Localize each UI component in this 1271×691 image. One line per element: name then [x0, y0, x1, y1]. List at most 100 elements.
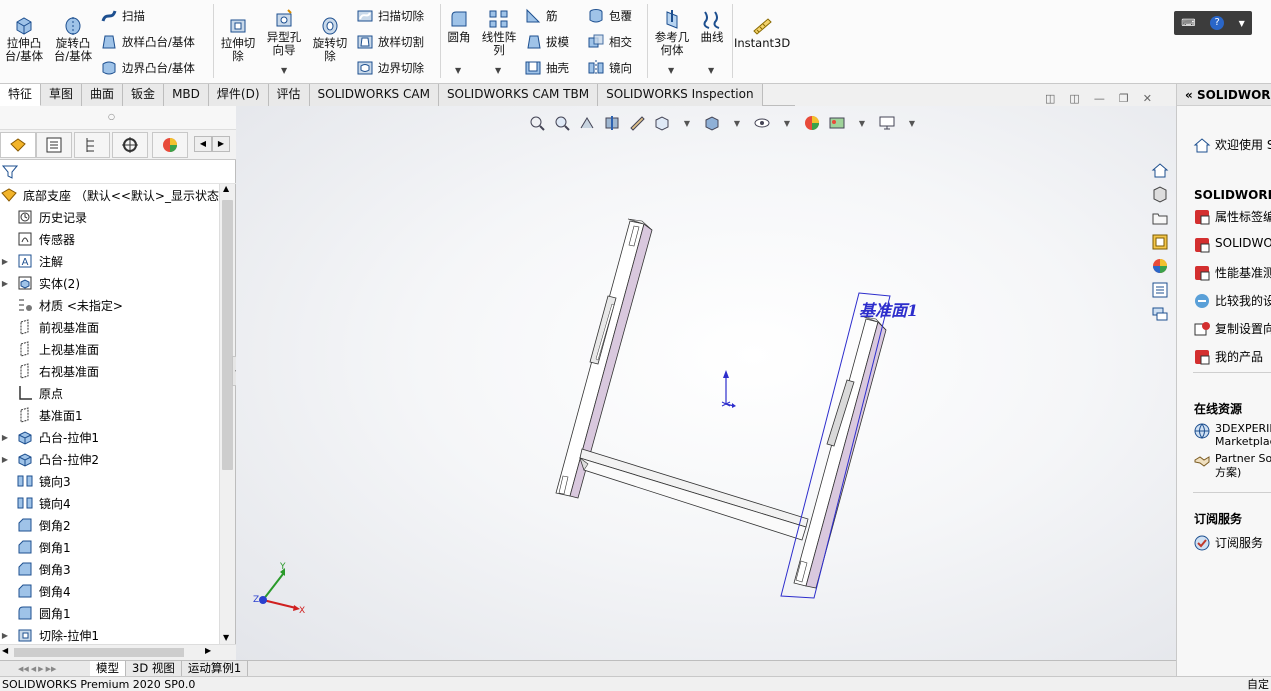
- crossbar[interactable]: [579, 448, 809, 541]
- partner-solutions-item[interactable]: Partner So 方案): [1193, 452, 1271, 480]
- view-palette-icon[interactable]: [1148, 230, 1172, 254]
- tree-item[interactable]: 镜向4: [0, 492, 71, 514]
- loft-boss-button[interactable]: 放样凸台/基体: [100, 31, 195, 53]
- tab-3[interactable]: 钣金: [123, 84, 165, 106]
- linear-pattern-dropdown-icon[interactable]: ▼: [495, 66, 501, 75]
- tab-display-manager[interactable]: [152, 132, 188, 158]
- tree-item[interactable]: 前视基准面: [0, 316, 99, 338]
- panel-splitter[interactable]: ○: [0, 106, 236, 130]
- tree-item[interactable]: 圆角1: [0, 602, 71, 624]
- hole-wizard-button[interactable]: 异型孔 向导: [262, 8, 306, 57]
- tree-item[interactable]: 传感器: [0, 228, 75, 250]
- tree-item[interactable]: ▶ A 注解: [0, 250, 63, 272]
- chevron-down-icon[interactable]: ▼: [1239, 19, 1245, 28]
- file-explorer-icon[interactable]: [1148, 206, 1172, 230]
- expand-arrow-icon[interactable]: ▶: [0, 631, 10, 640]
- hole-wizard-dropdown-icon[interactable]: ▼: [281, 66, 287, 75]
- bottom-tab-2[interactable]: 运动算例1: [182, 661, 249, 676]
- tree-item[interactable]: 倒角2: [0, 514, 71, 536]
- reference-geometry-button[interactable]: 参考几 何体: [650, 8, 694, 57]
- intersect-button[interactable]: 相交: [587, 31, 632, 53]
- tree-item[interactable]: 基准面1: [0, 404, 83, 426]
- filter-icon[interactable]: [2, 164, 18, 180]
- first-tab-icon[interactable]: ◀◀: [18, 665, 29, 673]
- help-icon[interactable]: ?: [1210, 16, 1225, 30]
- wrap-button[interactable]: 包覆: [587, 5, 632, 27]
- tab-dimxpert-manager[interactable]: [112, 132, 148, 158]
- restore-left-icon[interactable]: ◫: [1045, 92, 1055, 105]
- expand-arrow-icon[interactable]: ▶: [0, 433, 10, 442]
- plane-label[interactable]: 基准面1: [859, 297, 918, 321]
- online-resource-item[interactable]: 3DEXPERIE Marketplac: [1193, 422, 1271, 448]
- tab-7[interactable]: SOLIDWORKS CAM: [309, 84, 439, 106]
- previous-tab-icon[interactable]: ◀: [31, 665, 36, 673]
- rib-button[interactable]: 筋: [524, 5, 558, 27]
- reference-geometry-dropdown-icon[interactable]: ▼: [668, 66, 674, 75]
- tree-item[interactable]: 镜向3: [0, 470, 71, 492]
- mirror-button[interactable]: 镜向: [587, 57, 632, 79]
- last-tab-icon[interactable]: ▶▶: [46, 665, 57, 673]
- bottom-tab-1[interactable]: 3D 视图: [126, 661, 182, 676]
- home-icon[interactable]: [1148, 158, 1172, 182]
- welcome-link[interactable]: 欢迎使用 S: [1193, 136, 1271, 154]
- tree-item[interactable]: 原点: [0, 382, 63, 404]
- tab-1[interactable]: 草图: [41, 84, 83, 106]
- task-pane-tool-item[interactable]: 属性标签编: [1193, 208, 1271, 226]
- extrude-boss-button[interactable]: 拉伸凸 台/基体: [2, 14, 46, 63]
- bottom-tab-0[interactable]: 模型: [90, 661, 126, 676]
- tree-item[interactable]: 材质 <未指定>: [0, 294, 123, 316]
- expand-arrow-icon[interactable]: ▶: [0, 279, 10, 288]
- appearances-icon[interactable]: [1148, 254, 1172, 278]
- right-upright[interactable]: [793, 316, 887, 589]
- task-pane-tool-item[interactable]: SOLIDWORK: [1193, 236, 1271, 254]
- tree-item[interactable]: 倒角3: [0, 558, 71, 580]
- close-icon[interactable]: ✕: [1143, 92, 1152, 105]
- tree-root[interactable]: 底部支座 （默认<<默认>_显示状态 1: [0, 184, 220, 206]
- axis-triad[interactable]: [259, 568, 300, 611]
- tab-8[interactable]: SOLIDWORKS CAM TBM: [438, 84, 599, 106]
- tree-horizontal-scrollbar[interactable]: ◀ ▶: [0, 644, 236, 660]
- tree-item[interactable]: 上视基准面: [0, 338, 99, 360]
- graphics-area[interactable]: ▼ ▼ ▼ ▼ ▼ 基准面1 Y X Z: [236, 106, 1176, 660]
- tab-configuration-manager[interactable]: [74, 132, 110, 158]
- expand-arrow-icon[interactable]: ▶: [0, 257, 10, 266]
- curves-dropdown-icon[interactable]: ▼: [708, 66, 714, 75]
- scroll-up-icon[interactable]: ▲: [223, 184, 229, 193]
- tree-item[interactable]: ▶ 凸台-拉伸1: [0, 426, 99, 448]
- instant3d-button[interactable]: Instant3D: [734, 14, 790, 50]
- tree-vertical-scrollbar[interactable]: ▲ ▼: [219, 184, 235, 644]
- draft-button[interactable]: 拔模: [524, 31, 569, 53]
- scroll-left-icon[interactable]: ◀: [194, 136, 212, 152]
- panel-tab-scroller[interactable]: ◀ ▶: [194, 136, 232, 154]
- task-pane-tool-item[interactable]: 比较我的设: [1193, 292, 1271, 310]
- revolve-cut-button[interactable]: 旋转切 除: [308, 14, 352, 63]
- maximize-icon[interactable]: ❐: [1119, 92, 1129, 105]
- next-tab-icon[interactable]: ▶: [38, 665, 43, 673]
- subscription-item[interactable]: 订阅服务: [1193, 534, 1263, 552]
- keyboard-icon[interactable]: ⌨: [1181, 18, 1195, 29]
- swept-cut-button[interactable]: 扫描切除: [356, 5, 424, 27]
- origin-icon[interactable]: [721, 370, 736, 408]
- revolve-boss-button[interactable]: 旋转凸 台/基体: [50, 14, 96, 63]
- task-pane-tool-item[interactable]: 性能基准测: [1193, 264, 1271, 282]
- tab-property-manager[interactable]: [36, 132, 72, 158]
- tab-0[interactable]: 特征: [0, 84, 42, 106]
- restore-right-icon[interactable]: ◫: [1069, 92, 1079, 105]
- boundary-boss-button[interactable]: 边界凸台/基体: [100, 57, 195, 79]
- tree-item[interactable]: ▶ 凸台-拉伸2: [0, 448, 99, 470]
- status-right-text[interactable]: 自定: [1247, 677, 1269, 691]
- tree-item[interactable]: 倒角4: [0, 580, 71, 602]
- scroll-right-icon[interactable]: ▶: [212, 136, 230, 152]
- scroll-down-icon[interactable]: ▼: [223, 633, 229, 642]
- expand-arrow-icon[interactable]: ▶: [0, 455, 10, 464]
- forum-icon[interactable]: [1148, 302, 1172, 326]
- tab-feature-manager[interactable]: [0, 132, 36, 158]
- tree-item[interactable]: 右视基准面: [0, 360, 99, 382]
- scroll-right-icon[interactable]: ▶: [205, 646, 211, 655]
- curves-button[interactable]: 曲线: [696, 8, 728, 44]
- tab-6[interactable]: 评估: [268, 84, 310, 106]
- lofted-cut-button[interactable]: 放样切割: [356, 31, 424, 53]
- design-library-icon[interactable]: [1148, 182, 1172, 206]
- task-pane-tool-item[interactable]: 复制设置向: [1193, 320, 1271, 338]
- tab-5[interactable]: 焊件(D): [208, 84, 269, 106]
